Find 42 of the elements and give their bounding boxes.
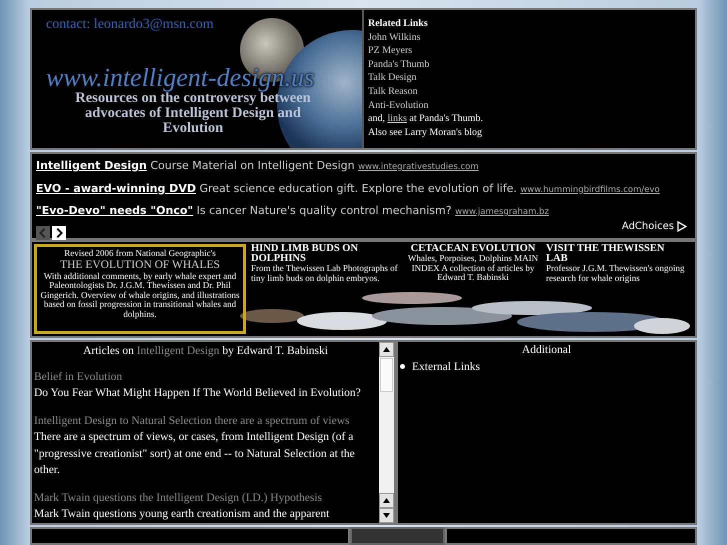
section-text: Professor J.G.M. Thewissen's ongoing research for whale origins	[546, 264, 685, 283]
related-link[interactable]: Talk Design	[368, 72, 416, 84]
links-heading: Related Links	[368, 17, 429, 31]
whale-evolution-text: With additional comments, by early whale expert and Paleontologists Dr. J.G.M. Thewissen and Dr. Phil Gingerich. Overview of whale origins, and illustrations based on fossil progression in transitional whales and dolphins.	[40, 272, 240, 319]
article-summary: Mark Twain questions young earth creationism and the apparent	[34, 507, 330, 522]
section-text: Whales, Porpoises, Dolphins MAIN INDEX A collection of articles by Edward T. Babinski	[406, 254, 540, 282]
ad-title-link[interactable]: Intelligent Design	[36, 159, 147, 172]
note-text: at Panda's Thumb.	[409, 113, 483, 124]
section-heading-link[interactable]: CETACEAN EVOLUTION	[406, 244, 540, 254]
intelligent-design-link[interactable]: Intelligent Design	[136, 345, 220, 357]
article-title-link[interactable]: Intelligent Design to Natural Selection there are a spectrum of views	[34, 412, 377, 429]
article-summary: There are a spectrum of views, or cases, from Intelligent Design (of a "progressive creationist" sort) at one end -- to Natural Selection at the other.	[34, 430, 356, 478]
related-link[interactable]: Panda's Thumb	[368, 58, 430, 70]
ad-url-link[interactable]: www.hummingbirdfilms.com/evo	[520, 184, 660, 194]
article-title-link[interactable]: Belief in Evolution	[34, 368, 377, 385]
ad-url-link[interactable]: www.integrativestudies.com	[358, 162, 479, 172]
links-link[interactable]: links	[387, 113, 407, 124]
ad-text: Great science education gift. Explore the evolution of life.	[199, 182, 517, 194]
section-heading-link[interactable]: HIND LIMB BUDS ON DOLPHINS	[251, 244, 400, 264]
contact-text: contact: leonardo3@msn.com	[46, 16, 215, 34]
related-link[interactable]: PZ Meyers	[368, 45, 412, 56]
external-links-link[interactable]: External Links	[412, 361, 480, 374]
ad-text: Is cancer Nature's quality control mechanism?	[196, 204, 452, 217]
related-link[interactable]: Anti-Evolution	[368, 100, 429, 111]
whale-evolution-title: THE EVOLUTION OF WHALES	[59, 258, 221, 272]
related-link[interactable]: John Wilkins	[368, 32, 420, 43]
additional-heading: Additional	[520, 343, 572, 358]
ad-title-link[interactable]: EVO - award-winning DVD	[36, 182, 196, 194]
ad-text: Course Material on Intelligent Design	[150, 159, 355, 172]
section-text: From the Thewissen Lab Photographs of tiny limb buds on dolphin embryos.	[251, 264, 399, 283]
article-title-link[interactable]: Mark Twain questions the Intelligent Design (I.D.) Hypothesis	[34, 490, 377, 506]
articles-heading: by Edward T. Babinski	[222, 345, 328, 357]
note-text: and,	[368, 113, 385, 124]
articles-heading: Articles on	[83, 345, 134, 357]
section-heading-link[interactable]: VISIT THE THEWISSEN LAB	[546, 244, 685, 264]
ad-title-link[interactable]: "Evo-Devo" needs "Onco"	[36, 204, 194, 217]
article-summary: Do You Fear What Might Happen If The World Believed in Evolution?	[34, 386, 362, 401]
adchoices-link[interactable]: AdChoices	[622, 219, 674, 234]
revised-text: Revised 2006 from National Geographic's	[63, 249, 217, 258]
ad-url-link[interactable]: www.jamesgraham.bz	[455, 207, 549, 217]
related-link[interactable]: Talk Reason	[368, 86, 418, 97]
blog-text: Also see Larry Moran's blog	[368, 126, 482, 138]
